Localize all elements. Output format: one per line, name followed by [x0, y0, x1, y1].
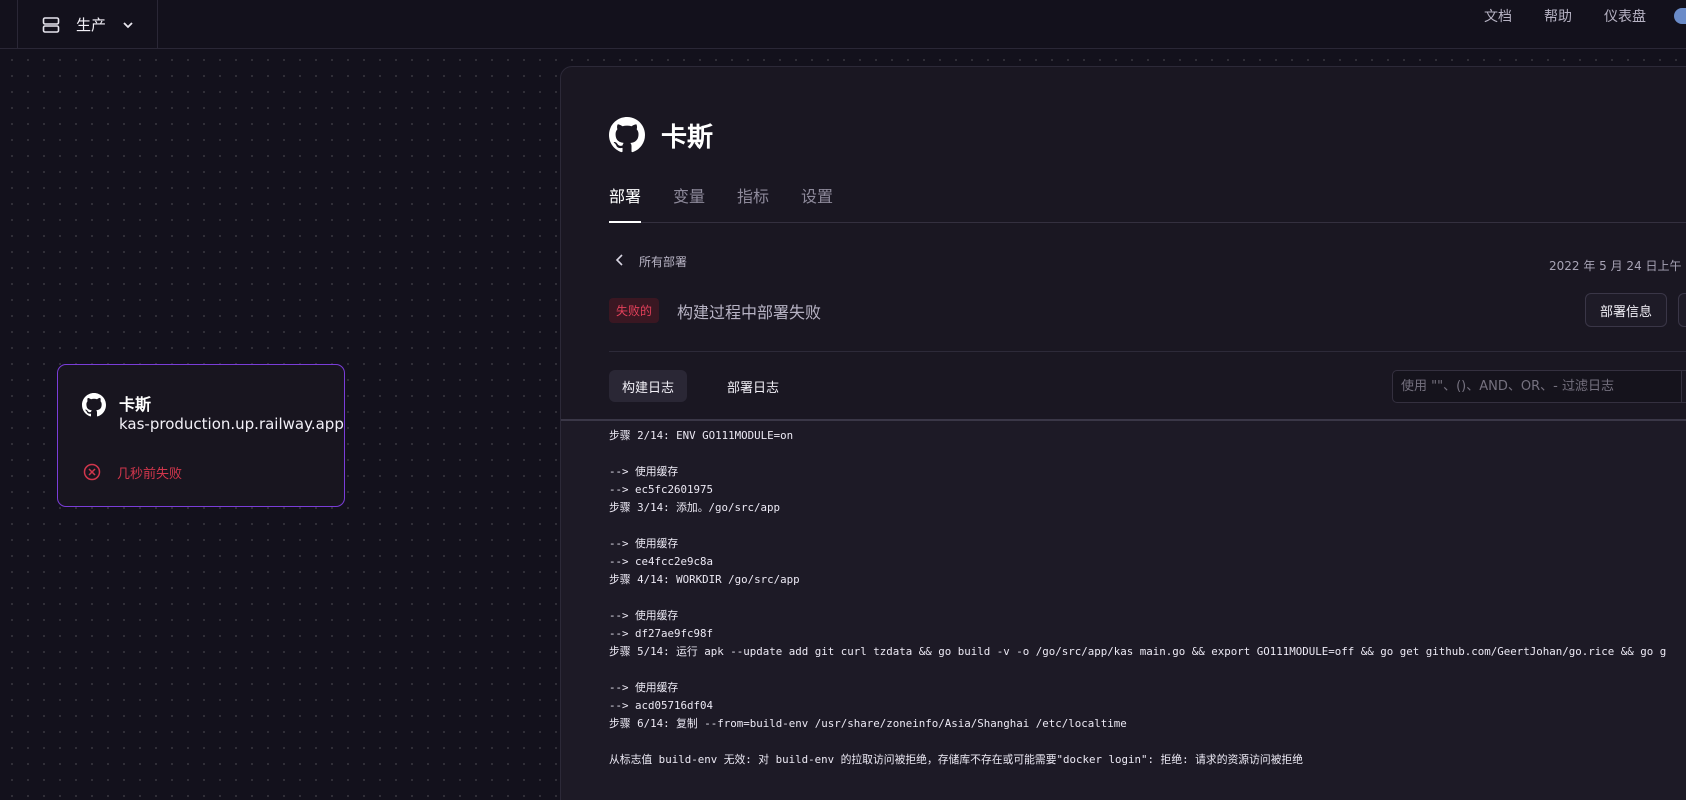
back-link-label: 所有部署	[639, 255, 688, 269]
log-line: --> 使用缓存	[609, 681, 679, 694]
dashboard-link[interactable]: 仪表盘	[1604, 6, 1646, 26]
tab-settings[interactable]: 设置	[801, 185, 833, 223]
log-line: --> acd05716df04	[609, 699, 714, 712]
chevron-left-icon	[615, 254, 625, 269]
tab-metrics[interactable]: 指标	[737, 185, 769, 223]
docs-link[interactable]: 文档	[1484, 6, 1512, 26]
panel-tabs: 部署 变量 指标 设置	[609, 185, 1686, 223]
help-link[interactable]: 帮助	[1544, 6, 1572, 26]
log-filter-input[interactable]	[1392, 370, 1682, 403]
log-line: --> ec5fc2601975	[609, 483, 714, 496]
log-line: 步骤 4/14: WORKDIR /go/src/app	[609, 573, 800, 586]
status-message: 构建过程中部署失败	[677, 302, 822, 322]
service-detail-panel: 卡斯 部署 变量 指标 设置 所有部署 2022 年 5 月 24 日上午 1 …	[560, 66, 1686, 800]
github-icon	[82, 393, 106, 421]
tab-deployments[interactable]: 部署	[609, 185, 642, 223]
panel-title: 卡斯	[661, 123, 714, 153]
deployment-status-row: 失败的 构建过程中部署失败	[609, 298, 821, 323]
server-stack-icon	[42, 16, 60, 34]
log-line: 步骤 3/14: 添加。/go/src/app	[609, 501, 780, 514]
all-deployments-link[interactable]: 所有部署	[615, 253, 687, 270]
service-status: 几秒前失败	[117, 467, 183, 482]
divider	[609, 351, 1686, 352]
tab-variables[interactable]: 变量	[673, 185, 705, 223]
service-card[interactable]: 卡斯 kas-production.up.railway.app 几秒前失败	[57, 364, 345, 507]
service-domain: kas-production.up.railway.app	[119, 415, 344, 433]
log-line: --> df27ae9fc98f	[609, 627, 714, 640]
tab-deploy-logs[interactable]: 部署日志	[714, 370, 792, 402]
chevron-down-icon	[122, 19, 134, 31]
deployment-info-button[interactable]: 部署信息	[1585, 293, 1667, 327]
log-line: 步骤 5/14: 运行 apk --update add git curl tz…	[609, 645, 1667, 658]
environment-switcher[interactable]: 生产	[17, 0, 158, 49]
top-bar: 生产 文档 帮助 仪表盘	[0, 0, 1686, 49]
service-name: 卡斯	[119, 395, 152, 414]
status-badge: 失败的	[609, 298, 660, 323]
log-line: --> 使用缓存	[609, 465, 679, 478]
log-line: 从标志值 build-env 无效: 对 build-env 的拉取访问被拒绝，…	[609, 753, 1304, 766]
tab-build-logs[interactable]: 构建日志	[609, 370, 688, 402]
log-line: --> 使用缓存	[609, 609, 679, 622]
more-actions-button[interactable]	[1678, 293, 1686, 327]
log-line: 步骤 2/14: ENV GO111MODULE=on	[609, 429, 794, 442]
top-links: 文档 帮助 仪表盘	[1484, 0, 1646, 31]
log-line: 步骤 6/14: 复制 --from=build-env /usr/share/…	[609, 717, 1127, 730]
log-line: --> ce4fcc2e9c8a	[609, 555, 714, 568]
deployment-date: 2022 年 5 月 24 日上午 1	[1549, 259, 1686, 273]
build-log-output[interactable]: 步骤 2/14: ENV GO111MODULE=on --> 使用缓存 --> e…	[561, 419, 1686, 800]
environment-label: 生产	[76, 16, 107, 34]
github-icon	[609, 117, 645, 157]
filter-addon-button[interactable]	[1682, 370, 1686, 403]
log-line: --> 使用缓存	[609, 537, 679, 550]
avatar[interactable]	[1674, 8, 1686, 24]
failed-circle-icon	[83, 463, 101, 485]
